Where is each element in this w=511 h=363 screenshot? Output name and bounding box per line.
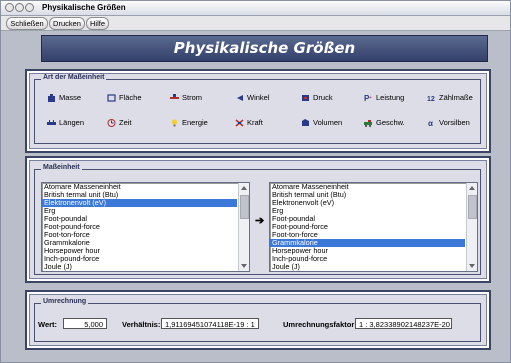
list-item[interactable]: Elektronenvolt (eV)	[270, 199, 477, 207]
minimize-window-icon[interactable]	[15, 3, 24, 12]
app-window: Physikalische Größen Schließen Drucken H…	[0, 0, 511, 363]
menu-bar: Schließen Drucken Hilfe	[1, 16, 510, 31]
title-bar: Physikalische Größen	[1, 1, 510, 16]
speed-icon	[364, 119, 373, 128]
unit-group: Maßeinheit Atomare Masseneinheit British…	[34, 164, 481, 275]
ratio-field: 1,91169451074118E-19 : 1	[161, 318, 259, 329]
category-winkel[interactable]: Winkel	[235, 92, 270, 104]
target-list-scrollbar[interactable]	[466, 183, 477, 271]
value-label: Wert:	[38, 320, 58, 329]
scroll-thumb[interactable]	[240, 195, 249, 219]
list-item[interactable]: Inch-pound-force	[270, 255, 477, 263]
list-item[interactable]: Joule (J)	[270, 263, 477, 271]
category-flaeche[interactable]: Fläche	[107, 92, 142, 104]
window-title: Physikalische Größen	[42, 3, 126, 12]
zoom-window-icon[interactable]	[25, 3, 34, 12]
factor-label: Umrechnungsfaktor:	[283, 320, 357, 329]
category-zeit[interactable]: Zeit	[107, 117, 132, 129]
category-leistung[interactable]: P + Leistung	[364, 92, 404, 104]
list-item[interactable]: Joule (J)	[42, 263, 249, 271]
list-item-selected[interactable]: Elektronenvolt (eV)	[42, 199, 237, 207]
count-icon: 12	[427, 94, 436, 103]
scroll-up-icon[interactable]	[469, 186, 475, 190]
unit-type-group: Art der Maßeinheit Masse Fläche Strom Wi…	[34, 74, 481, 144]
bulb-icon	[170, 119, 179, 127]
weight-icon	[47, 94, 56, 103]
close-menu-button[interactable]: Schließen	[6, 17, 48, 30]
factor-field: 1 : 3,82338902148237E-20	[355, 318, 452, 329]
arrow-right-icon: ➔	[255, 215, 265, 227]
force-icon	[235, 119, 244, 127]
category-druck[interactable]: Druck	[301, 92, 333, 104]
clock-icon	[107, 119, 116, 128]
target-unit-list[interactable]: Atomare Masseneinheit British termal uni…	[269, 182, 478, 272]
category-masse[interactable]: Masse	[47, 92, 81, 104]
ruler-icon	[47, 119, 56, 127]
unit-type-panel: Art der Maßeinheit Masse Fläche Strom Wi…	[25, 69, 491, 153]
scroll-thumb[interactable]	[468, 195, 477, 219]
category-kraft[interactable]: Kraft	[235, 117, 263, 129]
source-list-scrollbar[interactable]	[238, 183, 249, 271]
scroll-up-icon[interactable]	[241, 186, 247, 190]
conversion-panel: Umrechnung Wert: 5,000 Verhältnis: 1,911…	[25, 290, 491, 350]
unit-group-title: Maßeinheit	[41, 164, 82, 171]
help-menu-button[interactable]: Hilfe	[86, 17, 109, 30]
current-icon	[170, 94, 179, 102]
print-menu-button[interactable]: Drucken	[49, 17, 85, 30]
value-input[interactable]: 5,000	[63, 318, 107, 329]
category-geschw[interactable]: Geschw.	[364, 117, 405, 129]
unit-panel: Maßeinheit Atomare Masseneinheit British…	[25, 156, 491, 283]
conversion-group: Umrechnung Wert: 5,000 Verhältnis: 1,911…	[34, 298, 481, 342]
svg-text:+: +	[369, 95, 372, 101]
angle-icon	[235, 94, 244, 102]
volume-icon	[301, 119, 310, 127]
ratio-label: Verhältnis:	[122, 320, 161, 329]
category-zaehlmasse[interactable]: 12 Zählmaße	[427, 92, 473, 104]
svg-text:α: α	[428, 119, 433, 127]
scroll-down-icon[interactable]	[241, 264, 247, 268]
source-unit-list[interactable]: Atomare Masseneinheit British termal uni…	[41, 182, 250, 272]
scroll-down-icon[interactable]	[469, 264, 475, 268]
close-window-icon[interactable]	[5, 3, 14, 12]
main-content: Physikalische Größen Art der Maßeinheit …	[1, 31, 510, 362]
page-header: Physikalische Größen	[41, 35, 488, 62]
pressure-icon	[301, 94, 310, 102]
category-laengen[interactable]: Längen	[47, 117, 84, 129]
category-energie[interactable]: Energie	[170, 117, 208, 129]
category-volumen[interactable]: Volumen	[301, 117, 342, 129]
power-icon: P +	[364, 94, 373, 103]
prefix-icon: α	[427, 119, 436, 128]
area-icon	[107, 94, 116, 102]
page-title: Physikalische Größen	[173, 39, 356, 57]
category-strom[interactable]: Strom	[170, 92, 202, 104]
list-item[interactable]: Inch-pound-force	[42, 255, 249, 263]
svg-text:12: 12	[427, 96, 435, 102]
conversion-group-title: Umrechnung	[41, 298, 89, 305]
unit-type-group-title: Art der Maßeinheit	[41, 74, 107, 81]
category-vorsilben[interactable]: α Vorsilben	[427, 117, 470, 129]
